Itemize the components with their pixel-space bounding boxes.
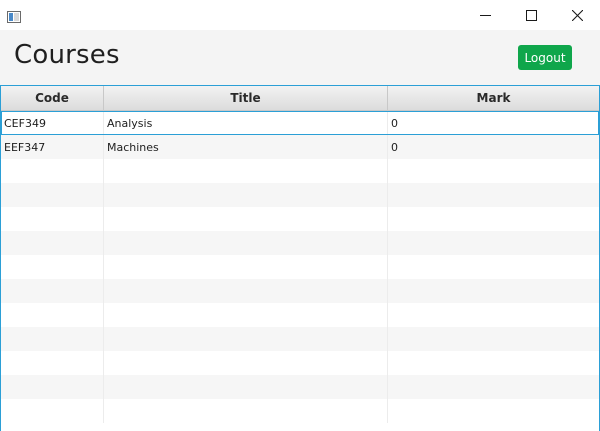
page-header: Courses Logout: [0, 30, 600, 85]
empty-table-row: [1, 207, 599, 231]
page-title: Courses: [14, 40, 120, 70]
empty-cell: [388, 207, 599, 231]
empty-cell: [1, 279, 104, 303]
maximize-button[interactable]: [508, 0, 554, 30]
empty-cell: [1, 183, 104, 207]
empty-cell: [104, 375, 388, 399]
empty-cell: [104, 255, 388, 279]
column-header-code[interactable]: Code: [1, 86, 104, 110]
maximize-icon: [525, 6, 537, 25]
minimize-button[interactable]: [462, 0, 508, 30]
empty-table-row: [1, 399, 599, 423]
empty-cell: [1, 159, 104, 183]
empty-cell: [1, 375, 104, 399]
empty-cell: [104, 303, 388, 327]
empty-table-row: [1, 375, 599, 399]
empty-cell: [104, 183, 388, 207]
empty-cell: [104, 231, 388, 255]
table-header: Code Title Mark: [1, 86, 599, 111]
empty-table-row: [1, 279, 599, 303]
empty-cell: [104, 279, 388, 303]
empty-cell: [1, 351, 104, 375]
empty-cell: [104, 351, 388, 375]
empty-cell: [1, 303, 104, 327]
empty-cell: [388, 351, 599, 375]
cell-mark: 0: [391, 116, 398, 130]
table-row[interactable]: EEF347 Machines 0: [1, 135, 599, 159]
empty-table-row: [1, 327, 599, 351]
title-bar: [0, 0, 600, 30]
empty-table-row: [1, 303, 599, 327]
cell-code: EEF347: [1, 135, 104, 159]
empty-cell: [1, 255, 104, 279]
app-window: Courses Logout Code Title Mark CEF349 An…: [0, 0, 600, 431]
empty-cell: [104, 159, 388, 183]
empty-cell: [1, 231, 104, 255]
empty-cell: [104, 207, 388, 231]
empty-cell: [388, 183, 599, 207]
empty-cell: [388, 231, 599, 255]
column-header-title[interactable]: Title: [104, 86, 388, 110]
empty-cell: [388, 159, 599, 183]
empty-cell: [104, 327, 388, 351]
empty-table-row: [1, 351, 599, 375]
table-body: CEF349 Analysis 0 EEF347 Machines 0: [1, 111, 599, 423]
table-row[interactable]: CEF349 Analysis 0: [1, 111, 599, 135]
empty-table-row: [1, 231, 599, 255]
close-icon: [571, 6, 583, 25]
empty-cell: [388, 279, 599, 303]
cell-code: CEF349: [1, 111, 104, 135]
empty-table-row: [1, 159, 599, 183]
empty-cell: [104, 399, 388, 423]
courses-table[interactable]: Code Title Mark CEF349 Analysis 0 EEF347…: [0, 85, 600, 431]
empty-cell: [388, 375, 599, 399]
app-icon: [7, 8, 21, 23]
empty-cell: [388, 255, 599, 279]
empty-cell: [1, 327, 104, 351]
close-button[interactable]: [554, 0, 600, 30]
empty-table-row: [1, 183, 599, 207]
cell-title: Analysis: [104, 111, 388, 135]
empty-cell: [388, 327, 599, 351]
empty-cell: [1, 207, 104, 231]
empty-cell: [1, 399, 104, 423]
empty-cell: [388, 303, 599, 327]
empty-cell: [388, 399, 599, 423]
empty-table-row: [1, 255, 599, 279]
column-header-mark[interactable]: Mark: [388, 86, 599, 110]
minimize-icon: [479, 6, 491, 25]
cell-mark: 0: [391, 140, 398, 154]
cell-title: Machines: [104, 135, 388, 159]
logout-button[interactable]: Logout: [518, 45, 572, 70]
